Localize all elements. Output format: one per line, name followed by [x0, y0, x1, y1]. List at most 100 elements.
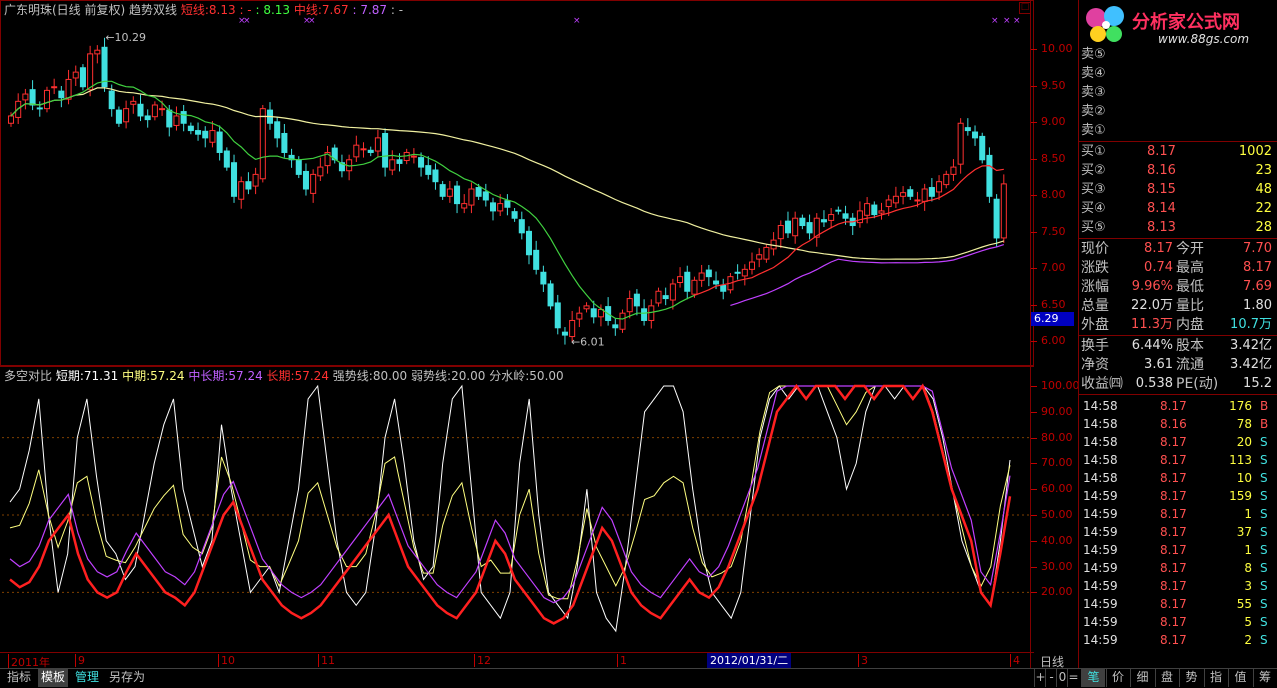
trade-side: S [1260, 579, 1268, 593]
stat-value: 6.44% [1131, 338, 1173, 353]
trade-volume: 1 [1244, 507, 1252, 521]
stat-value: 7.70 [1243, 241, 1272, 256]
sell-level-label: 卖② [1081, 104, 1106, 119]
osc-tick-label: 90.00 [1041, 404, 1073, 418]
trade-time: 14:59 [1083, 579, 1118, 593]
trade-volume: 2 [1244, 633, 1252, 647]
stat-value: 10.7万 [1230, 317, 1272, 332]
price-tick-label: 8.50 [1041, 151, 1066, 165]
stats-divider [1078, 238, 1277, 239]
trade-time: 14:59 [1083, 489, 1118, 503]
candle-body [410, 155, 417, 158]
candle-body [655, 290, 662, 304]
time-tick-label: 3 [858, 654, 868, 667]
quote-tab[interactable]: 指 [1203, 668, 1228, 687]
price-panel[interactable]: ←10.29 ←6.01 × × × × × × × × [0, 0, 1034, 366]
candle-body [720, 284, 727, 292]
bottom-tab[interactable]: 指标 [4, 668, 34, 687]
short-line-value2: : 8.13 [255, 3, 291, 17]
candle-body [518, 219, 525, 234]
stat-label: 涨幅 [1081, 279, 1109, 295]
candle-body [871, 204, 878, 216]
quote-tab[interactable]: 价 [1105, 668, 1130, 687]
stat-value: 11.3万 [1131, 317, 1173, 332]
bottom-tab[interactable]: 管理 [72, 668, 102, 687]
candle-body [907, 189, 914, 197]
price-tick-mark [1031, 231, 1037, 233]
stat-value: 1.80 [1243, 298, 1272, 313]
candle-body [216, 131, 223, 153]
price-tick-mark [1031, 85, 1037, 87]
candle-body [820, 219, 827, 223]
bottom-tab[interactable]: 模板 [38, 668, 69, 687]
trade-time: 14:59 [1083, 507, 1118, 521]
quote-tab[interactable]: 筹 [1252, 668, 1277, 687]
osc-tick-mark [1031, 489, 1037, 491]
buy-level-volume: 28 [1255, 220, 1272, 235]
candle-body [166, 109, 173, 128]
trade-time: 14:58 [1083, 399, 1118, 413]
candle-body [259, 108, 266, 180]
trade-price: 8.17 [1160, 435, 1187, 449]
osc-tick-mark [1031, 386, 1037, 387]
logo: 分析家公式网 www.88gs.com [1078, 0, 1277, 50]
candle-body [72, 71, 79, 79]
candle-body [842, 213, 849, 219]
trade-price: 8.17 [1160, 543, 1187, 557]
osc-tick-label: 30.00 [1041, 559, 1073, 573]
candle-body [180, 111, 187, 124]
trade-side: S [1260, 435, 1268, 449]
oscillator-chart[interactable] [2, 382, 1032, 652]
candle-body [921, 188, 928, 202]
candle-body [454, 185, 461, 205]
candle-body [446, 188, 453, 197]
quote-tab[interactable]: 盘 [1154, 668, 1179, 687]
osc-tick-mark [1031, 592, 1037, 594]
candle-body [130, 100, 137, 105]
trade-volume: 176 [1229, 399, 1252, 413]
sell-level-label: 卖③ [1081, 85, 1106, 100]
candle-body [684, 271, 691, 292]
candle-body [461, 203, 468, 209]
time-tick-label: 1 [617, 654, 627, 667]
candle-body [87, 53, 94, 91]
candle-body [957, 122, 964, 165]
quote-tab[interactable]: 笔 [1081, 668, 1105, 687]
trade-price: 8.17 [1160, 507, 1187, 521]
candle-body [36, 107, 43, 110]
stat-value: 7.69 [1243, 279, 1272, 294]
price-tick-mark [1031, 268, 1037, 270]
chart-header: 广东明珠(日线 前复权) 趋势双线 短线:8.13 : - : 8.13 中线:… [4, 2, 403, 18]
trade-side: S [1260, 525, 1268, 539]
osc-tick-label: 20.00 [1041, 585, 1073, 599]
candle-body [144, 115, 151, 121]
quote-tab[interactable]: 势 [1179, 668, 1203, 687]
candle-body [482, 191, 489, 201]
candle-body [281, 132, 288, 153]
panel-close-icon[interactable]: □ [1019, 2, 1031, 14]
quote-tab[interactable]: 值 [1228, 668, 1252, 687]
indicator-name: 趋势双线 [129, 3, 178, 17]
logo-url: www.88gs.com [1158, 32, 1250, 46]
trade-price: 8.17 [1160, 633, 1187, 647]
stat-value: 9.96% [1131, 279, 1173, 294]
buy-level-volume: 48 [1255, 182, 1272, 197]
buy-level-label: 买③ [1081, 182, 1106, 197]
candle-body [669, 283, 676, 301]
signal-marker: × [573, 16, 581, 26]
candle-body [202, 130, 209, 139]
candle-body [159, 108, 166, 111]
candle-body [209, 130, 216, 143]
trade-side: S [1260, 597, 1268, 611]
trades-divider [1078, 394, 1277, 395]
price-marker: 6.29 [1031, 312, 1074, 326]
zoom-control-button[interactable]: = [1067, 668, 1079, 687]
candle-body [29, 89, 36, 106]
bottom-tab[interactable]: 另存为 [106, 668, 148, 687]
quote-tab[interactable]: 细 [1130, 668, 1154, 687]
osc-mid-label: 中期: [122, 369, 151, 383]
osc-strong-value: 80.00 [372, 369, 408, 383]
price-chart[interactable]: ←10.29←6.01×× ×× × × × × [3, 1, 1033, 365]
trade-volume: 20 [1236, 435, 1252, 449]
osc-tick-mark [1031, 437, 1037, 439]
